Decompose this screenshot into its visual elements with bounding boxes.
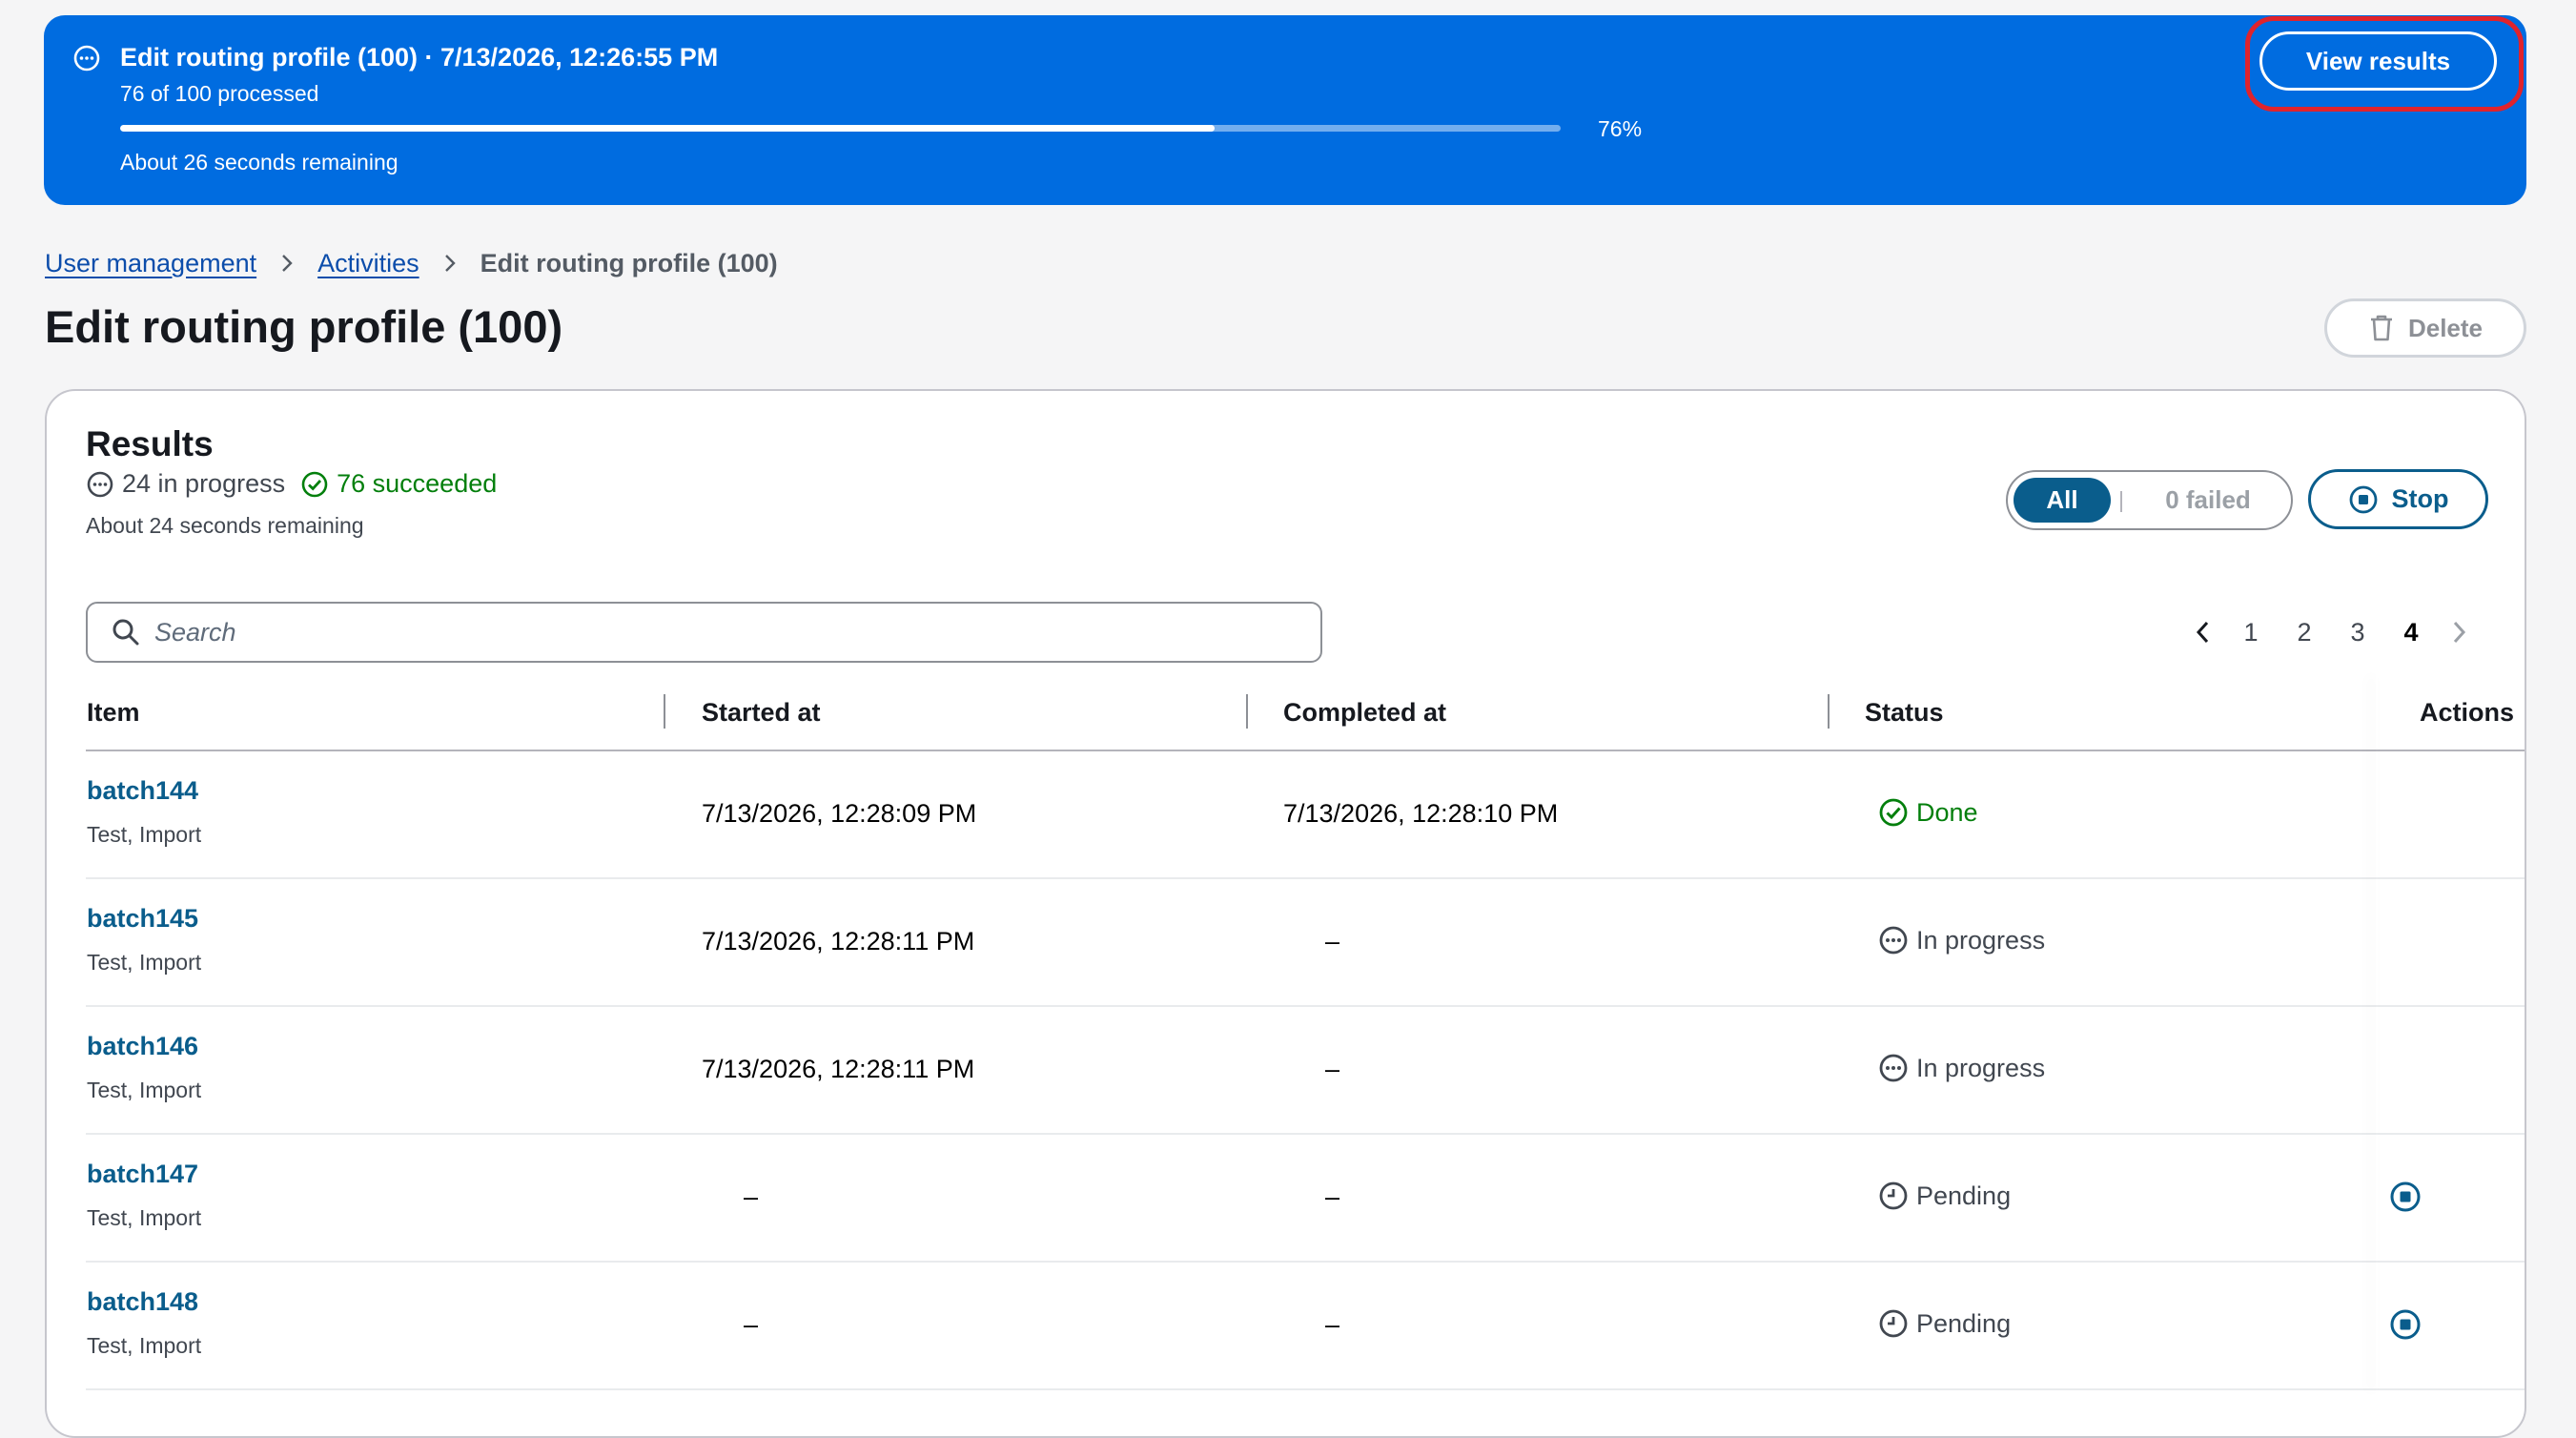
page-3[interactable]: 3 xyxy=(2331,618,2384,647)
progress-bar-fill xyxy=(120,125,1216,132)
in-progress-icon xyxy=(73,45,100,72)
chevron-right-icon xyxy=(282,255,293,272)
progress-flash-banner: Edit routing profile (100) · 7/13/2026, … xyxy=(44,15,2526,205)
item-link[interactable]: batch148 xyxy=(87,1287,201,1317)
search-icon xyxy=(112,619,139,646)
progress-bar xyxy=(120,125,1561,132)
in-progress-count: 24 in progress xyxy=(122,469,286,498)
stop-circle-icon[interactable] xyxy=(2389,1308,2422,1341)
breadcrumb: User management Activities Edit routing … xyxy=(45,246,778,280)
completed-at: – xyxy=(1325,1182,1340,1211)
item-link[interactable]: batch145 xyxy=(87,904,201,934)
page-4[interactable]: 4 xyxy=(2384,618,2438,647)
search-input[interactable] xyxy=(154,617,1320,647)
page-title: Edit routing profile (100) xyxy=(45,301,563,352)
chevron-right-icon[interactable] xyxy=(2438,611,2480,653)
started-at: 7/13/2026, 12:28:11 PM xyxy=(702,927,975,955)
results-summary: 24 in progress 76 succeeded xyxy=(86,469,497,499)
results-table: Item Started at Completed at Status Acti… xyxy=(86,675,2525,1392)
completed-at: 7/13/2026, 12:28:10 PM xyxy=(1283,799,1559,828)
results-time-remaining: About 24 seconds remaining xyxy=(86,513,364,538)
column-header-actions: Actions xyxy=(2420,698,2515,727)
item-link[interactable]: batch146 xyxy=(87,1032,201,1061)
table-row: batch144 Test, Import 7/13/2026, 12:28:0… xyxy=(86,751,2525,879)
status-label: Done xyxy=(1916,797,1978,827)
succeeded-count: 76 succeeded xyxy=(337,469,498,498)
in-progress-icon xyxy=(1879,1054,1908,1082)
started-at: 7/13/2026, 12:28:09 PM xyxy=(702,799,977,828)
completed-at: – xyxy=(1325,927,1340,955)
status-label: In progress xyxy=(1916,1053,2046,1082)
status-label: Pending xyxy=(1916,1308,2012,1338)
completed-at: – xyxy=(1325,1055,1340,1083)
column-header-started[interactable]: Started at xyxy=(702,698,821,728)
filter-all-option[interactable]: All xyxy=(2014,478,2111,523)
results-heading: Results xyxy=(86,424,214,463)
item-description: Test, Import xyxy=(87,1205,202,1230)
stop-button[interactable]: Stop xyxy=(2308,469,2488,529)
table-row: batch147 Test, Import – – Pending xyxy=(86,1135,2525,1263)
trash-icon xyxy=(2370,315,2392,341)
banner-processed-count: 76 of 100 processed xyxy=(120,81,319,106)
item-link[interactable]: batch147 xyxy=(87,1160,201,1189)
status-badge: Done xyxy=(1878,797,1978,828)
status-badge: Pending xyxy=(1878,1181,2011,1211)
started-at: – xyxy=(744,1182,759,1211)
in-progress-icon xyxy=(87,471,113,497)
status-badge: In progress xyxy=(1878,1053,2045,1083)
stop-button-label: Stop xyxy=(2391,484,2449,513)
column-divider[interactable] xyxy=(664,694,665,729)
table-row: batch145 Test, Import 7/13/2026, 12:28:1… xyxy=(86,879,2525,1007)
chevron-left-icon[interactable] xyxy=(2182,611,2224,653)
page-2[interactable]: 2 xyxy=(2278,618,2331,647)
delete-button-label: Delete xyxy=(2407,313,2484,342)
filter-failed-option[interactable]: 0 failed xyxy=(2132,478,2284,523)
results-container: Results 24 in progress 76 succeeded Abou… xyxy=(45,389,2526,1438)
pagination: 1 2 3 4 xyxy=(2182,611,2480,653)
in-progress-icon xyxy=(1879,926,1908,955)
progress-percent: 76% xyxy=(1598,116,1643,141)
column-divider[interactable] xyxy=(1828,694,1830,729)
check-circle-icon xyxy=(301,471,328,497)
clock-icon xyxy=(1879,1309,1908,1338)
banner-title: Edit routing profile (100) · 7/13/2026, … xyxy=(120,43,719,72)
stop-circle-icon[interactable] xyxy=(2389,1181,2422,1213)
item-description: Test, Import xyxy=(87,1078,202,1102)
table-row: batch146 Test, Import 7/13/2026, 12:28:1… xyxy=(86,1007,2525,1135)
item-description: Test, Import xyxy=(87,1333,202,1358)
page-1[interactable]: 1 xyxy=(2224,618,2278,647)
chevron-right-icon xyxy=(444,255,456,272)
breadcrumb-activities[interactable]: Activities xyxy=(317,249,419,278)
delete-button[interactable]: Delete xyxy=(2324,298,2526,358)
item-description: Test, Import xyxy=(87,950,202,975)
status-label: Pending xyxy=(1916,1181,2012,1210)
started-at: 7/13/2026, 12:28:11 PM xyxy=(702,1055,975,1083)
breadcrumb-current: Edit routing profile (100) xyxy=(480,248,778,277)
started-at: – xyxy=(744,1310,759,1339)
sticky-actions-column-shadow xyxy=(2376,675,2378,1392)
status-badge: Pending xyxy=(1878,1308,2011,1339)
banner-time-remaining: About 26 seconds remaining xyxy=(120,150,399,175)
item-description: Test, Import xyxy=(87,822,202,847)
completed-at: – xyxy=(1325,1310,1340,1339)
item-link[interactable]: batch144 xyxy=(87,776,201,806)
breadcrumb-user-management[interactable]: User management xyxy=(45,249,256,278)
column-header-status[interactable]: Status xyxy=(1865,698,1944,728)
status-filter-segmented: All 0 failed xyxy=(2006,470,2293,530)
view-results-button[interactable]: View results xyxy=(2259,31,2497,91)
column-divider[interactable] xyxy=(1246,694,1248,729)
check-circle-icon xyxy=(1879,798,1908,827)
segment-divider xyxy=(2120,491,2122,512)
table-header: Item Started at Completed at Status Acti… xyxy=(86,675,2525,751)
clock-icon xyxy=(1879,1181,1908,1210)
column-header-completed[interactable]: Completed at xyxy=(1283,698,1446,728)
status-label: In progress xyxy=(1916,925,2046,955)
stop-circle-icon xyxy=(2349,485,2377,513)
table-row: batch148 Test, Import – – Pending xyxy=(86,1263,2525,1390)
column-header-item[interactable]: Item xyxy=(87,698,140,728)
status-badge: In progress xyxy=(1878,925,2045,955)
search-field[interactable] xyxy=(86,602,1322,663)
